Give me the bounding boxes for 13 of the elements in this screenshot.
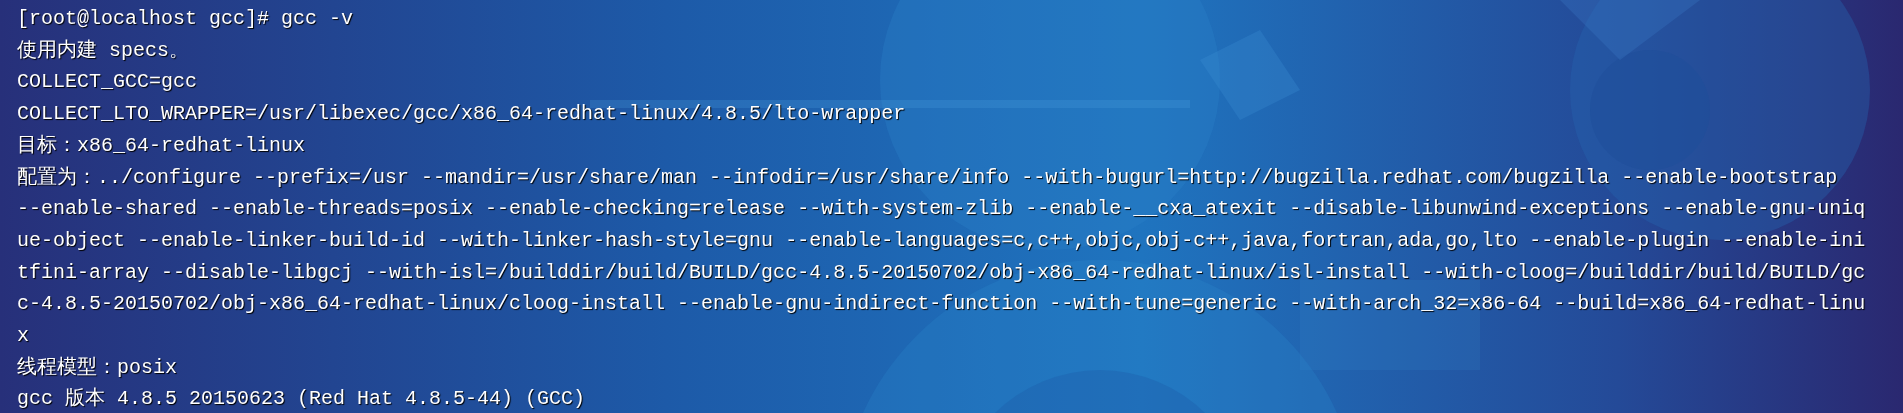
output-line: 线程模型：posix (17, 354, 178, 381)
output-line: COLLECT_LTO_WRAPPER=/usr/libexec/gcc/x86_64-redhat-linux/4.8.5/lto-wrapper (17, 101, 907, 128)
output-line: 配置为：../configure --prefix=/usr --mandir=/usr/share/man --infodir=/usr/share/info --with-bugurl=http://bugzilla.redhat.com/bugzilla --enable-bootstrap (17, 164, 1839, 191)
output-line: x (17, 323, 30, 350)
output-line: [root@localhost gcc]# gcc -v (17, 6, 355, 32)
output-line: c-4.8.5-20150702/obj-x86_64-redhat-linux/cloog-install --enable-gnu-indirect-function --with-tune=generic --with-arch_32=x86-64 --build=x86_64-redhat-linu (17, 291, 1867, 318)
output-line: COLLECT_GCC=gcc (17, 69, 199, 96)
output-line: ue-object --enable-linker-build-id --with-linker-hash-style=gnu --enable-languages=c,c++,objc,obj-c++,java,fortran,ada,go,lto --enable-plugin --enable-ini (17, 227, 1867, 254)
output-line: --enable-shared --enable-threads=posix --enable-checking=release --with-system-zlib --enable-__cxa_atexit --disable-libunwind-exceptions --enable-gnu-uniq (17, 196, 1867, 223)
output-line: tfini-array --disable-libgcj --with-isl=/builddir/build/BUILD/gcc-4.8.5-20150702/obj-x86_64-redhat-linux/isl-install --with-cloog=/builddir/build/BUILD/gc (17, 259, 1867, 286)
output-line: 目标：x86_64-redhat-linux (17, 132, 307, 159)
output-line: gcc 版本 4.8.5 20150623 (Red Hat 4.8.5-44) (GCC) (17, 386, 587, 413)
output-line: 使用内建 specs。 (17, 37, 190, 64)
